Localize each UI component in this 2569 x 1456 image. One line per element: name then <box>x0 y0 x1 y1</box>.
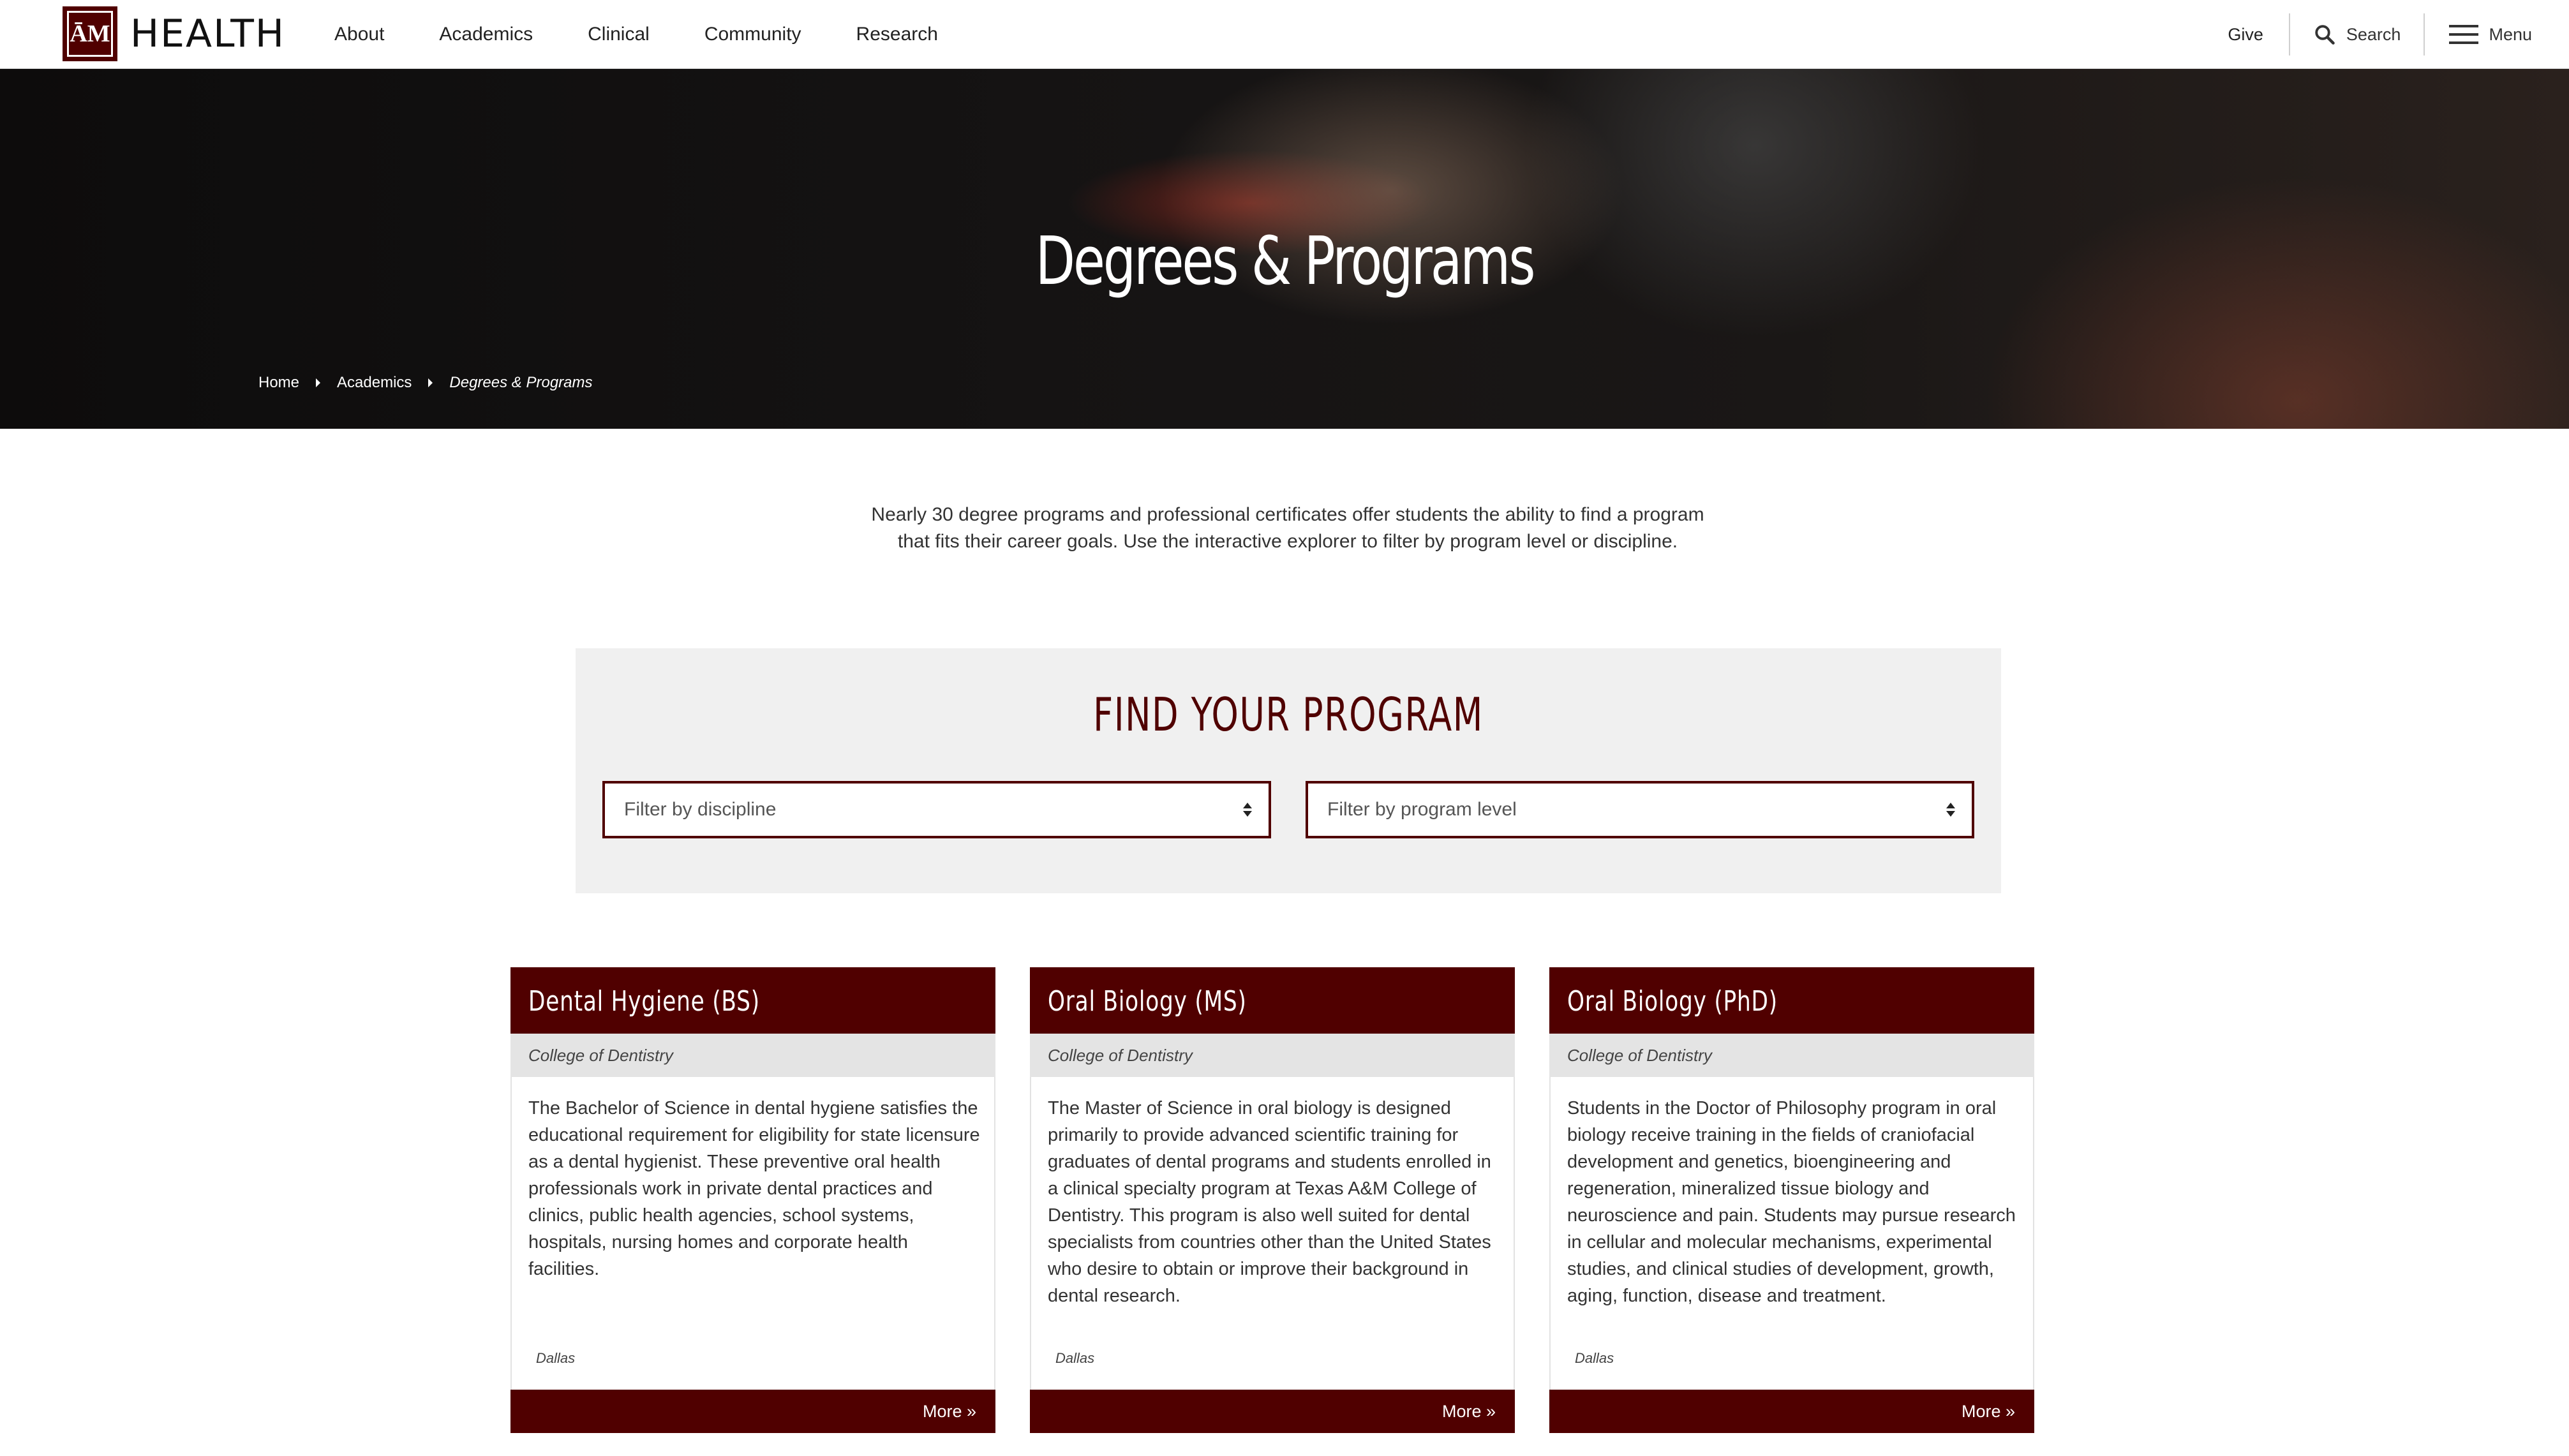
program-description: The Bachelor of Science in dental hygien… <box>528 1098 980 1279</box>
nav-research[interactable]: Research <box>856 24 938 45</box>
main-nav: About Academics Clinical Community Resea… <box>334 0 993 69</box>
intro-text: Nearly 30 degree programs and profession… <box>817 501 1759 555</box>
select-arrows-icon <box>1946 803 1955 817</box>
program-description: The Master of Science in oral biology is… <box>1048 1098 1491 1306</box>
program-title[interactable]: Oral Biology (MS) <box>1048 985 1247 1018</box>
program-level-filter[interactable]: Filter by program level <box>1306 781 1974 838</box>
finder-title: FIND YOUR PROGRAM <box>1093 688 1484 741</box>
menu-button[interactable]: Menu <box>2425 24 2569 45</box>
site-logo[interactable]: ĀM HEALTH <box>63 6 285 61</box>
card-header[interactable]: Oral Biology (PhD) <box>1549 967 2034 1034</box>
program-finder: FIND YOUR PROGRAM Filter by discipline F… <box>576 648 2001 893</box>
breadcrumb-separator-icon <box>316 378 321 387</box>
more-link[interactable]: More » <box>1030 1390 1515 1433</box>
utility-nav: Give Search Menu <box>2228 0 2569 69</box>
hamburger-icon <box>2449 25 2479 44</box>
search-label: Search <box>2346 24 2401 44</box>
program-college: College of Dentistry <box>1549 1034 2034 1077</box>
program-location: Dallas <box>1055 1350 1095 1366</box>
logo-text: HEALTH <box>130 11 286 56</box>
program-card: Oral Biology (MS) College of Dentistry T… <box>1030 967 1515 1433</box>
program-card: Oral Biology (PhD) College of Dentistry … <box>1549 967 2034 1433</box>
discipline-filter-placeholder: Filter by discipline <box>624 799 777 820</box>
program-location: Dallas <box>536 1350 576 1366</box>
program-description: Students in the Doctor of Philosophy pro… <box>1567 1098 2016 1306</box>
breadcrumb: Home Academics Degrees & Programs <box>258 374 593 392</box>
atm-logo-mark: ĀM <box>63 6 117 61</box>
intro-line: that fits their career goals. Use the in… <box>897 531 1678 552</box>
program-title[interactable]: Oral Biology (PhD) <box>1567 985 1778 1018</box>
program-title[interactable]: Dental Hygiene (BS) <box>528 985 760 1018</box>
nav-community[interactable]: Community <box>704 24 801 45</box>
menu-label: Menu <box>2489 24 2532 44</box>
select-arrows-icon <box>1243 803 1252 817</box>
search-button[interactable]: Search <box>2290 23 2424 46</box>
nav-academics[interactable]: Academics <box>439 24 533 45</box>
site-header: ĀM HEALTH About Academics Clinical Commu… <box>0 0 2569 69</box>
card-header[interactable]: Oral Biology (MS) <box>1030 967 1515 1034</box>
program-location: Dallas <box>1575 1350 1614 1366</box>
breadcrumb-separator-icon <box>428 378 433 387</box>
program-college: College of Dentistry <box>510 1034 995 1077</box>
give-link[interactable]: Give <box>2228 25 2289 45</box>
more-link[interactable]: More » <box>1549 1390 2034 1433</box>
page-title: Degrees & Programs <box>1035 222 1536 300</box>
search-icon <box>2315 25 2335 45</box>
breadcrumb-home[interactable]: Home <box>258 374 299 392</box>
nav-clinical[interactable]: Clinical <box>588 24 650 45</box>
card-header[interactable]: Dental Hygiene (BS) <box>510 967 995 1034</box>
program-college: College of Dentistry <box>1030 1034 1515 1077</box>
breadcrumb-current: Degrees & Programs <box>449 374 593 391</box>
intro-line: Nearly 30 degree programs and profession… <box>871 504 1704 525</box>
discipline-filter[interactable]: Filter by discipline <box>602 781 1271 838</box>
program-card: Dental Hygiene (BS) College of Dentistry… <box>510 967 995 1433</box>
program-level-filter-placeholder: Filter by program level <box>1327 799 1517 820</box>
hero-banner: Degrees & Programs Home Academics Degree… <box>0 69 2569 429</box>
nav-about[interactable]: About <box>334 24 384 45</box>
breadcrumb-academics[interactable]: Academics <box>337 374 412 392</box>
more-link[interactable]: More » <box>510 1390 995 1433</box>
